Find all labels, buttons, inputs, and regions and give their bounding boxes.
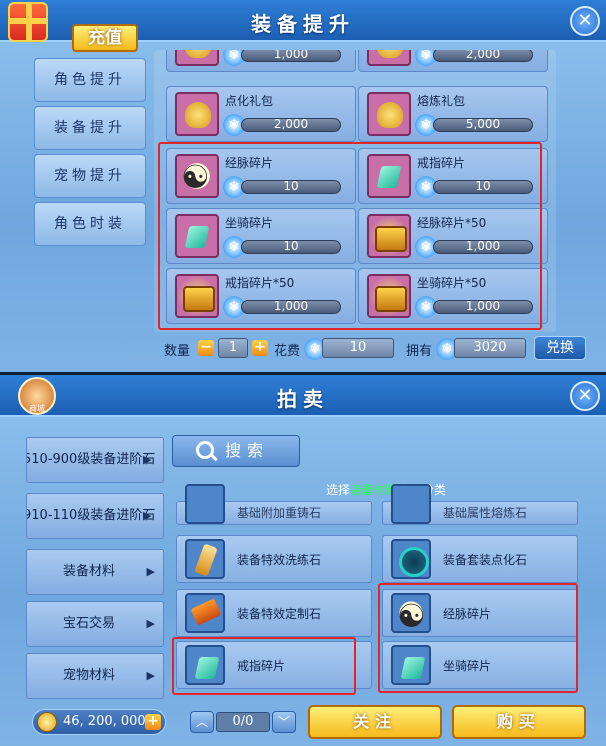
item-name: 基础属性熔炼石 bbox=[443, 506, 528, 520]
tab-character-upgrade[interactable]: 角色提升 bbox=[34, 58, 146, 102]
close-icon[interactable]: ✕ bbox=[570, 381, 600, 411]
gold-balance: 46, 200, 000 + bbox=[32, 709, 166, 735]
quantity-plus-button[interactable]: + bbox=[252, 340, 268, 356]
item-price: 5,000 bbox=[465, 117, 501, 131]
category-item[interactable]: 510-900级装备进阶石 ▶ bbox=[26, 437, 164, 483]
item-price: 1,000 bbox=[273, 50, 309, 61]
category-list: 510-900级装备进阶石 ▶ 910-110级装备进阶石 ▶ 装备材料 ▶ 宝… bbox=[26, 433, 164, 699]
stone-icon bbox=[391, 484, 431, 524]
gold-value: 46, 200, 000 bbox=[63, 714, 146, 729]
search-tab[interactable]: 搜索 bbox=[172, 435, 300, 467]
category-hint: 选择装备材料商品分类 bbox=[172, 481, 600, 498]
recharge-button[interactable]: 充值 bbox=[72, 24, 138, 52]
item-price: 2,000 bbox=[465, 50, 501, 61]
window-title: 拍卖 bbox=[277, 387, 329, 411]
chevron-right-icon: ▶ bbox=[146, 565, 155, 578]
chevron-up-icon[interactable]: ︿ bbox=[190, 711, 214, 733]
cost-label: 花费 bbox=[274, 344, 301, 359]
tab-character-costume[interactable]: 角色时装 bbox=[34, 202, 146, 246]
item-name: 装备特效洗练石 bbox=[237, 553, 322, 567]
gift-icon[interactable] bbox=[8, 2, 48, 42]
cost-value: 10 bbox=[322, 338, 394, 358]
highlight-frame bbox=[158, 142, 542, 330]
category-item[interactable]: 宠物材料 ▶ bbox=[26, 653, 164, 699]
purchase-bar: 数量 − 1 + 花费 ❄ 10 拥有 ❄ 3020 兑换 bbox=[154, 334, 594, 364]
auction-item[interactable]: 装备套装点化石 bbox=[382, 535, 578, 583]
exchange-button[interactable]: 兑换 bbox=[534, 336, 586, 360]
bag-icon bbox=[175, 92, 219, 136]
item-name: 基础附加重铸石 bbox=[237, 506, 322, 520]
auction-item[interactable]: 基础属性熔炼石 bbox=[382, 484, 578, 525]
chevron-right-icon: ▶ bbox=[146, 669, 155, 682]
item-name: 熔炼礼包 bbox=[417, 94, 466, 108]
close-icon[interactable]: ✕ bbox=[570, 6, 600, 36]
category-item[interactable]: 宝石交易 ▶ bbox=[26, 601, 164, 647]
highlight-frame bbox=[378, 583, 578, 693]
tab-pet-upgrade[interactable]: 宠物提升 bbox=[34, 154, 146, 198]
bag-icon bbox=[175, 50, 219, 66]
owned-label: 拥有 bbox=[406, 344, 433, 359]
item-name: 点化礼包 bbox=[225, 94, 274, 108]
category-item-equipment-materials[interactable]: 装备材料 ▶ bbox=[26, 549, 164, 595]
crystal-icon bbox=[185, 539, 225, 579]
auction-item[interactable]: 基础附加重铸石 bbox=[176, 484, 372, 525]
chevron-down-icon[interactable]: ﹀ bbox=[272, 711, 296, 733]
gold-coin-icon bbox=[37, 712, 57, 732]
bag-icon bbox=[367, 50, 411, 66]
category-label: 宝石交易 bbox=[63, 616, 116, 631]
hint-prefix: 选择 bbox=[325, 483, 350, 497]
item-name: 装备特效定制石 bbox=[237, 607, 322, 621]
shop-label: 商城 bbox=[29, 404, 45, 413]
category-label: 510-900级装备进阶石 bbox=[26, 452, 156, 467]
add-gold-button[interactable]: + bbox=[145, 714, 161, 730]
bag-icon bbox=[367, 92, 411, 136]
orb-icon bbox=[391, 539, 431, 579]
item-slot[interactable]: 熔炼礼包 ❄ 5,000 bbox=[358, 86, 548, 142]
item-name: 装备套装点化石 bbox=[443, 553, 528, 567]
page-indicator: 0/0 bbox=[216, 712, 270, 732]
item-price: 2,000 bbox=[273, 117, 309, 131]
quantity-label: 数量 bbox=[164, 344, 191, 359]
item-slot[interactable]: ❄ 2,000 bbox=[358, 50, 548, 72]
stone-icon bbox=[185, 484, 225, 524]
category-label: 910-110级装备进阶石 bbox=[26, 508, 156, 523]
auction-window: 拍卖 商城 ✕ 510-900级装备进阶石 ▶ 910-110级装备进阶石 ▶ … bbox=[0, 375, 606, 746]
highlight-frame bbox=[172, 637, 356, 695]
tab-equipment-upgrade[interactable]: 装备提升 bbox=[34, 106, 146, 150]
category-label: 宠物材料 bbox=[63, 668, 116, 683]
quantity-input[interactable]: 1 bbox=[218, 338, 248, 358]
search-icon bbox=[196, 441, 214, 459]
item-slot[interactable]: ❄ 1,000 bbox=[166, 50, 356, 72]
follow-button[interactable]: 关注 bbox=[308, 705, 442, 739]
title-bar: 拍卖 bbox=[0, 375, 606, 417]
auction-item[interactable]: 装备特效定制石 bbox=[176, 589, 372, 637]
equipment-upgrade-window: 装备提升 充值 ✕ 角色提升 装备提升 宠物提升 角色时装 ❄ 1,000 ❄ … bbox=[0, 0, 606, 372]
category-item[interactable]: 910-110级装备进阶石 ▶ bbox=[26, 493, 164, 539]
hammer-icon bbox=[185, 593, 225, 633]
buy-button[interactable]: 购买 bbox=[452, 705, 586, 739]
category-label: 装备材料 bbox=[63, 564, 116, 579]
chevron-right-icon: ▶ bbox=[146, 617, 155, 630]
owned-value: 3020 bbox=[454, 338, 526, 358]
auction-item[interactable]: 装备特效洗练石 bbox=[176, 535, 372, 583]
quantity-minus-button[interactable]: − bbox=[198, 340, 214, 356]
item-slot[interactable]: 点化礼包 ❄ 2,000 bbox=[166, 86, 356, 142]
